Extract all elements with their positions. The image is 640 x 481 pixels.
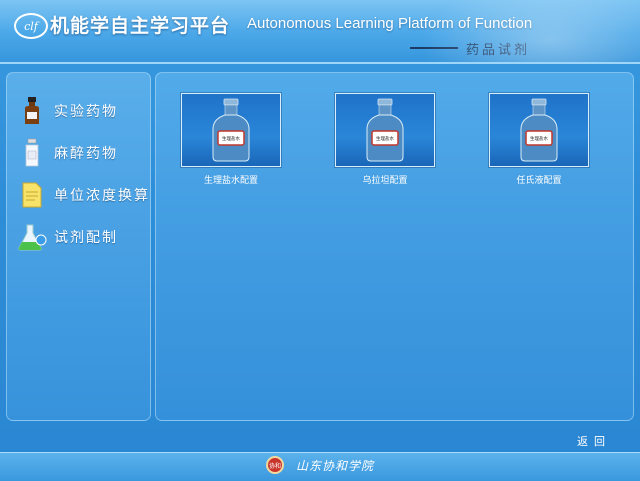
app-title-english: Autonomous Learning Platform of Function: [247, 15, 533, 32]
flask-icon: [17, 221, 47, 253]
header-bar: clf 机能学自主学习平台 Autonomous Learning Platfo…: [0, 0, 640, 64]
section-title: 药品试剂: [466, 43, 531, 58]
card-urethane-preparation[interactable]: 生理盐水 乌拉坦配置: [335, 93, 435, 186]
app-title-chinese: 机能学自主学习平台: [50, 15, 231, 37]
reagent-bottle-image: 生理盐水: [335, 93, 435, 167]
sidebar-item-label: 麻醉药物: [54, 146, 118, 162]
card-caption: 生理盐水配置: [203, 176, 258, 186]
bottle-label: 生理盐水: [530, 135, 548, 142]
school-name: 山东协和学院: [296, 459, 375, 473]
card-caption: 任氏液配置: [516, 176, 562, 186]
reagent-bottle-image: 生理盐水: [489, 93, 589, 167]
main-content-panel: 生理盐水 生理盐水配置 生理盐水 乌拉坦配置 生理盐水 任氏液配置: [155, 72, 634, 421]
vial-icon: [17, 137, 47, 169]
bottle-label: 生理盐水: [376, 135, 394, 142]
sidebar-item-label: 试剂配制: [54, 230, 118, 246]
card-ringer-preparation[interactable]: 生理盐水 任氏液配置: [489, 93, 589, 186]
school-seal-logo: 协和: [266, 456, 284, 474]
sidebar-panel: 实验药物 麻醉药物 单位浓度换算 试剂配制: [6, 72, 151, 421]
sidebar-item-label: 实验药物: [54, 104, 118, 120]
section-divider-line: [410, 47, 458, 49]
sidebar-item-label: 单位浓度换算: [54, 188, 150, 204]
sidebar-item-anesthetic-drugs[interactable]: 麻醉药物: [17, 135, 118, 171]
brown-bottle-icon: [17, 95, 47, 127]
reagent-bottle-image: 生理盐水: [181, 93, 281, 167]
back-button[interactable]: 返回: [577, 433, 611, 449]
document-icon: [17, 179, 47, 211]
app-logo: clf: [14, 13, 48, 39]
sidebar-item-reagent-preparation[interactable]: 试剂配制: [17, 219, 118, 255]
card-caption: 乌拉坦配置: [362, 176, 408, 186]
sidebar-item-unit-conversion[interactable]: 单位浓度换算: [17, 177, 150, 213]
sidebar-item-experimental-drugs[interactable]: 实验药物: [17, 93, 118, 129]
card-saline-preparation[interactable]: 生理盐水 生理盐水配置: [181, 93, 281, 186]
bottle-label: 生理盐水: [222, 135, 240, 142]
